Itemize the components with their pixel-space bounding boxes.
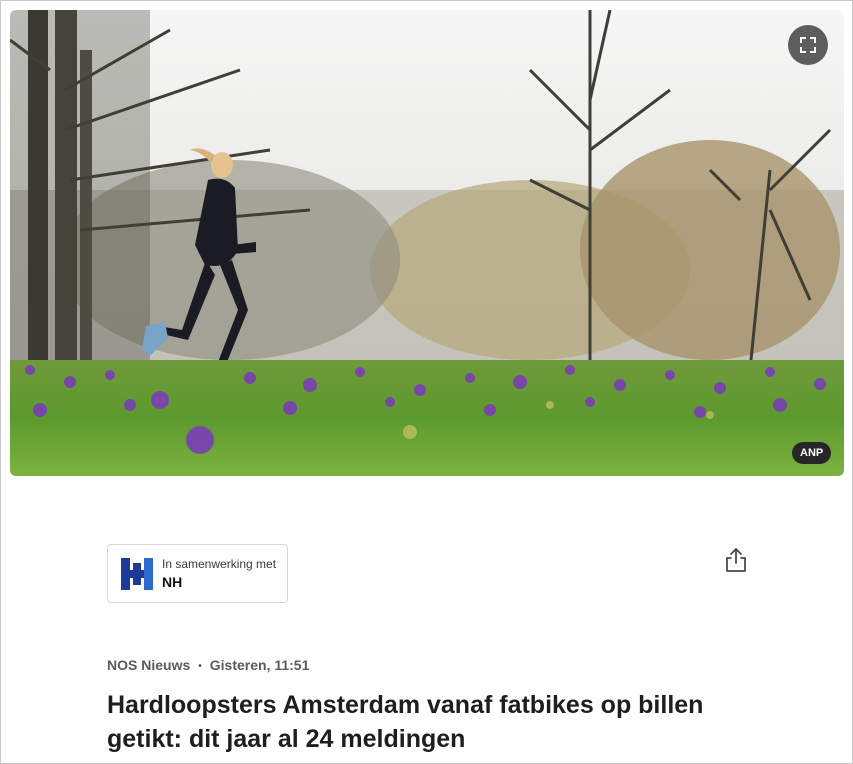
partner-name: NH xyxy=(162,574,183,590)
fullscreen-button[interactable] xyxy=(788,25,828,65)
share-button[interactable] xyxy=(722,546,750,574)
hero-photo xyxy=(10,10,844,476)
partner-card[interactable]: In samenwerking met NH xyxy=(107,544,288,603)
share-icon xyxy=(726,548,746,572)
photo-credit-badge: ANP xyxy=(792,442,832,464)
hero-image xyxy=(10,10,844,476)
nh-logo-icon xyxy=(121,558,153,590)
partner-intro: In samenwerking met xyxy=(162,557,277,571)
meta-separator: • xyxy=(198,661,202,672)
source-label: NOS Nieuws xyxy=(107,657,191,673)
fullscreen-icon xyxy=(800,37,816,53)
article-headline: Hardloopsters Amsterdam vanaf fatbikes o… xyxy=(107,691,704,753)
article-meta: NOS Nieuws • Gisteren, 11:51 xyxy=(107,657,309,673)
timestamp: Gisteren, 11:51 xyxy=(209,657,310,673)
